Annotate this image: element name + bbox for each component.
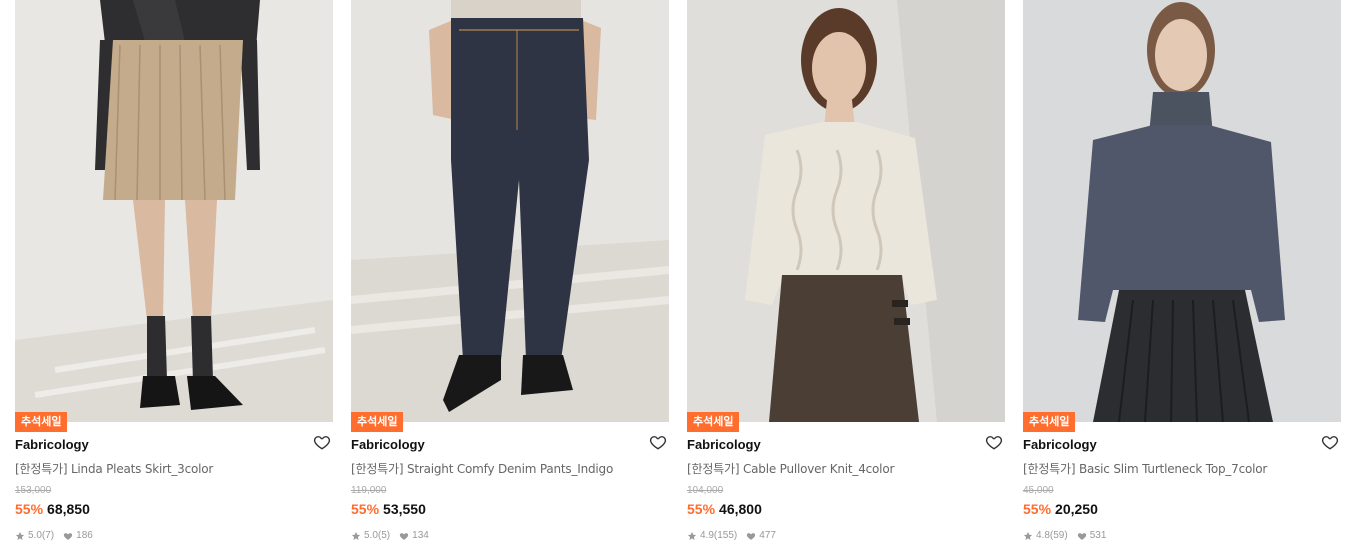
product-grid: 추석세일 Fabricology [한정특가] Linda Pleats Ski… — [0, 0, 1347, 551]
product-image[interactable] — [15, 0, 333, 422]
product-meta: 5.0 (5) 134 — [351, 530, 429, 541]
product-name[interactable]: [한정특가] Basic Slim Turtleneck Top_7color — [1023, 460, 1313, 477]
product-card[interactable]: 추석세일 Fabricology [한정특가] Linda Pleats Ski… — [15, 0, 333, 551]
star-icon — [15, 531, 25, 540]
heart-icon[interactable] — [1321, 433, 1339, 451]
brand-name[interactable]: Fabricology — [687, 437, 761, 452]
heart-filled-icon — [747, 532, 756, 540]
price-line: 55% 53,550 — [351, 501, 426, 517]
review-count: (155) — [713, 530, 738, 541]
like-count: 186 — [76, 530, 93, 541]
product-meta: 4.9 (155) 477 — [687, 530, 776, 541]
rating: 4.9 — [700, 530, 714, 541]
review-count: (59) — [1049, 530, 1068, 541]
sale-badge: 추석세일 — [1023, 412, 1076, 432]
heart-filled-icon — [1077, 532, 1086, 540]
brand-name[interactable]: Fabricology — [1023, 437, 1097, 452]
review-count: (5) — [377, 530, 391, 541]
sale-price: 20,250 — [1055, 501, 1098, 517]
discount-rate: 55% — [15, 501, 44, 517]
product-name[interactable]: [한정특가] Cable Pullover Knit_4color — [687, 460, 977, 477]
sale-badge: 추석세일 — [15, 412, 68, 432]
rating: 5.0 — [364, 530, 378, 541]
product-name[interactable]: [한정특가] Linda Pleats Skirt_3color — [15, 460, 305, 477]
sale-badge: 추석세일 — [351, 412, 404, 432]
discount-rate: 55% — [687, 501, 716, 517]
original-price: 153,000 — [15, 485, 52, 496]
product-meta: 4.8 (59) 531 — [1023, 530, 1106, 541]
review-count: (7) — [41, 530, 55, 541]
heart-filled-icon — [64, 532, 73, 540]
like-count: 477 — [759, 530, 776, 541]
sale-price: 68,850 — [47, 501, 90, 517]
model-denim-pants-image — [351, 0, 669, 422]
brand-name[interactable]: Fabricology — [351, 437, 425, 452]
product-card[interactable]: 추석세일 Fabricology [한정특가] Straight Comfy D… — [351, 0, 669, 551]
rating: 5.0 — [28, 530, 42, 541]
product-image[interactable] — [687, 0, 1005, 422]
price-line: 55% 46,800 — [687, 501, 762, 517]
original-price: 45,000 — [1023, 485, 1054, 496]
product-image[interactable] — [351, 0, 669, 422]
star-icon — [1023, 531, 1033, 540]
product-card[interactable]: 추석세일 Fabricology [한정특가] Basic Slim Turtl… — [1023, 0, 1341, 551]
star-icon — [351, 531, 361, 540]
original-price: 119,000 — [351, 485, 387, 496]
heart-filled-icon — [400, 532, 409, 540]
price-line: 55% 20,250 — [1023, 501, 1098, 517]
heart-icon[interactable] — [649, 433, 667, 451]
like-count: 134 — [412, 530, 429, 541]
heart-icon[interactable] — [313, 433, 331, 451]
model-pleated-skirt-image — [15, 0, 333, 422]
sale-price: 53,550 — [383, 501, 426, 517]
model-turtleneck-image — [1023, 0, 1341, 422]
star-icon — [687, 531, 697, 540]
brand-name[interactable]: Fabricology — [15, 437, 89, 452]
price-line: 55% 68,850 — [15, 501, 90, 517]
sale-badge: 추석세일 — [687, 412, 740, 432]
product-meta: 5.0 (7) 186 — [15, 530, 93, 541]
model-cable-knit-image — [687, 0, 1005, 422]
product-card[interactable]: 추석세일 Fabricology [한정특가] Cable Pullover K… — [687, 0, 1005, 551]
original-price: 104,000 — [687, 485, 724, 496]
rating: 4.8 — [1036, 530, 1050, 541]
sale-price: 46,800 — [719, 501, 762, 517]
heart-icon[interactable] — [985, 433, 1003, 451]
like-count: 531 — [1089, 530, 1107, 541]
product-name[interactable]: [한정특가] Straight Comfy Denim Pants_Indigo — [351, 460, 641, 477]
discount-rate: 55% — [351, 501, 380, 517]
discount-rate: 55% — [1023, 501, 1052, 517]
product-image[interactable] — [1023, 0, 1341, 422]
